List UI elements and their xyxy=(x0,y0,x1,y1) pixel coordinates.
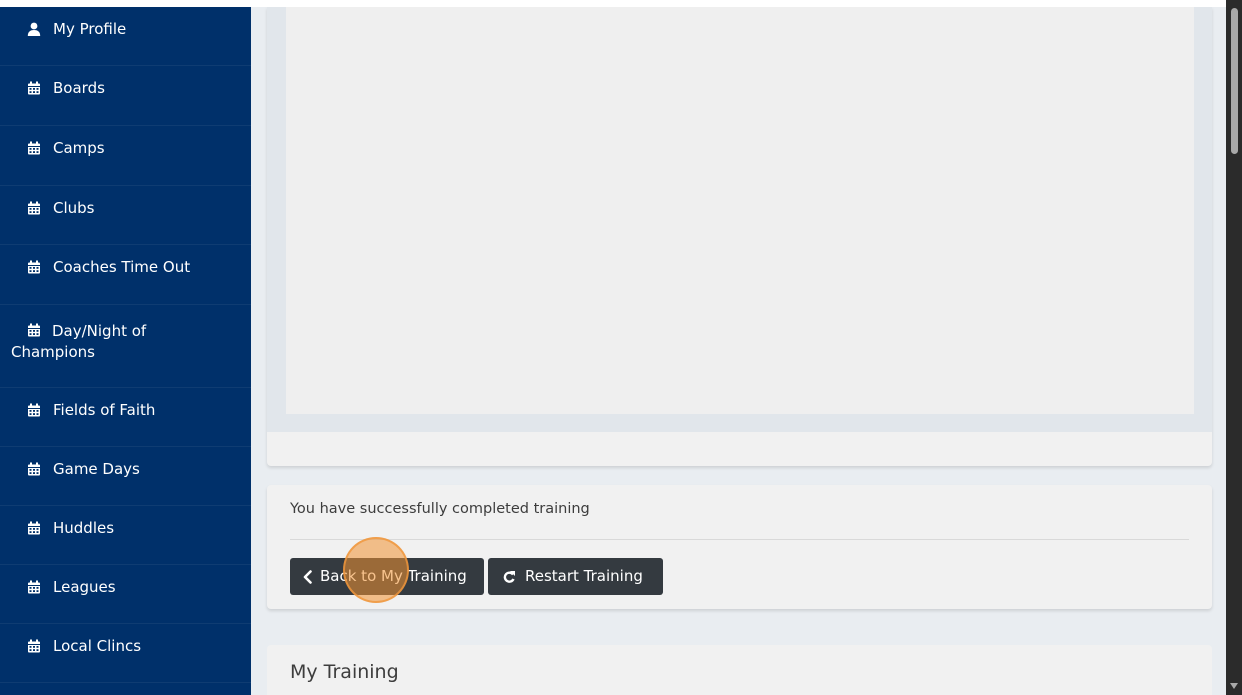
sidebar-item-label: Camps xyxy=(53,139,105,157)
scrollbar[interactable] xyxy=(1226,0,1242,695)
calendar-icon xyxy=(28,260,40,274)
sidebar-item-label: Boards xyxy=(53,79,105,97)
calendar-icon xyxy=(28,323,40,337)
sidebar-item-clubs[interactable]: Clubs xyxy=(0,186,251,245)
training-content-card xyxy=(267,7,1212,466)
sidebar-item-leagues[interactable]: Leagues xyxy=(0,565,251,624)
sidebar-item-label: Leagues xyxy=(53,578,116,596)
sidebar-item-label: Huddles xyxy=(53,519,115,537)
sidebar-item-label: Game Days xyxy=(53,460,140,478)
sidebar-item-coaches-time-out[interactable]: Coaches Time Out xyxy=(0,245,251,305)
redo-icon xyxy=(503,570,515,583)
sidebar-item-label: Clubs xyxy=(53,199,95,217)
restart-button-label: Restart Training xyxy=(525,567,643,585)
calendar-icon xyxy=(28,201,40,215)
back-button-label: Back to My Training xyxy=(320,567,467,585)
back-to-my-training-button[interactable]: Back to My Training xyxy=(290,558,484,595)
calendar-icon xyxy=(28,639,40,653)
sidebar-item-label: Local Clincs xyxy=(53,637,142,655)
divider xyxy=(290,539,1189,540)
sidebar-item-label: My Profile xyxy=(53,20,127,38)
sidebar-item-huddles[interactable]: Huddles xyxy=(0,506,251,565)
top-strip xyxy=(0,0,1226,7)
sidebar-item-game-days[interactable]: Game Days xyxy=(0,447,251,506)
calendar-icon xyxy=(28,403,40,417)
calendar-icon xyxy=(28,580,40,594)
restart-training-button[interactable]: Restart Training xyxy=(488,558,663,595)
sidebar: My Profile Boards Camps Clubs Coaches Ti… xyxy=(0,7,251,695)
chevron-left-icon xyxy=(303,569,312,584)
main-content: You have successfully completed training… xyxy=(251,7,1226,695)
completion-card: You have successfully completed training… xyxy=(267,485,1212,609)
completion-message: You have successfully completed training xyxy=(290,501,590,517)
my-training-title: My Training xyxy=(290,661,399,683)
calendar-icon xyxy=(28,462,40,476)
my-training-card: My Training xyxy=(267,645,1212,695)
sidebar-item-label-line2: Champions xyxy=(11,343,95,361)
calendar-icon xyxy=(28,521,40,535)
sidebar-item-fields-of-faith[interactable]: Fields of Faith xyxy=(0,388,251,447)
sidebar-item-label-line1: Day/Night of xyxy=(52,322,147,340)
calendar-icon xyxy=(28,141,40,155)
sidebar-item-boards[interactable]: Boards xyxy=(0,66,251,126)
sidebar-item-camps[interactable]: Camps xyxy=(0,126,251,186)
sidebar-item-partial[interactable] xyxy=(0,683,251,695)
scrollbar-thumb[interactable] xyxy=(1231,8,1238,154)
sidebar-item-label: Fields of Faith xyxy=(53,401,156,419)
training-content-frame xyxy=(286,7,1194,414)
sidebar-item-my-profile[interactable]: My Profile xyxy=(0,7,251,66)
scroll-down-arrow-icon[interactable] xyxy=(1230,683,1238,689)
calendar-icon xyxy=(28,81,40,95)
sidebar-item-label: Coaches Time Out xyxy=(53,258,191,276)
sidebar-item-local-clincs[interactable]: Local Clincs xyxy=(0,624,251,683)
user-icon xyxy=(27,22,41,36)
sidebar-item-day-night-of-champions[interactable]: Day/Night of Champions xyxy=(0,305,251,388)
